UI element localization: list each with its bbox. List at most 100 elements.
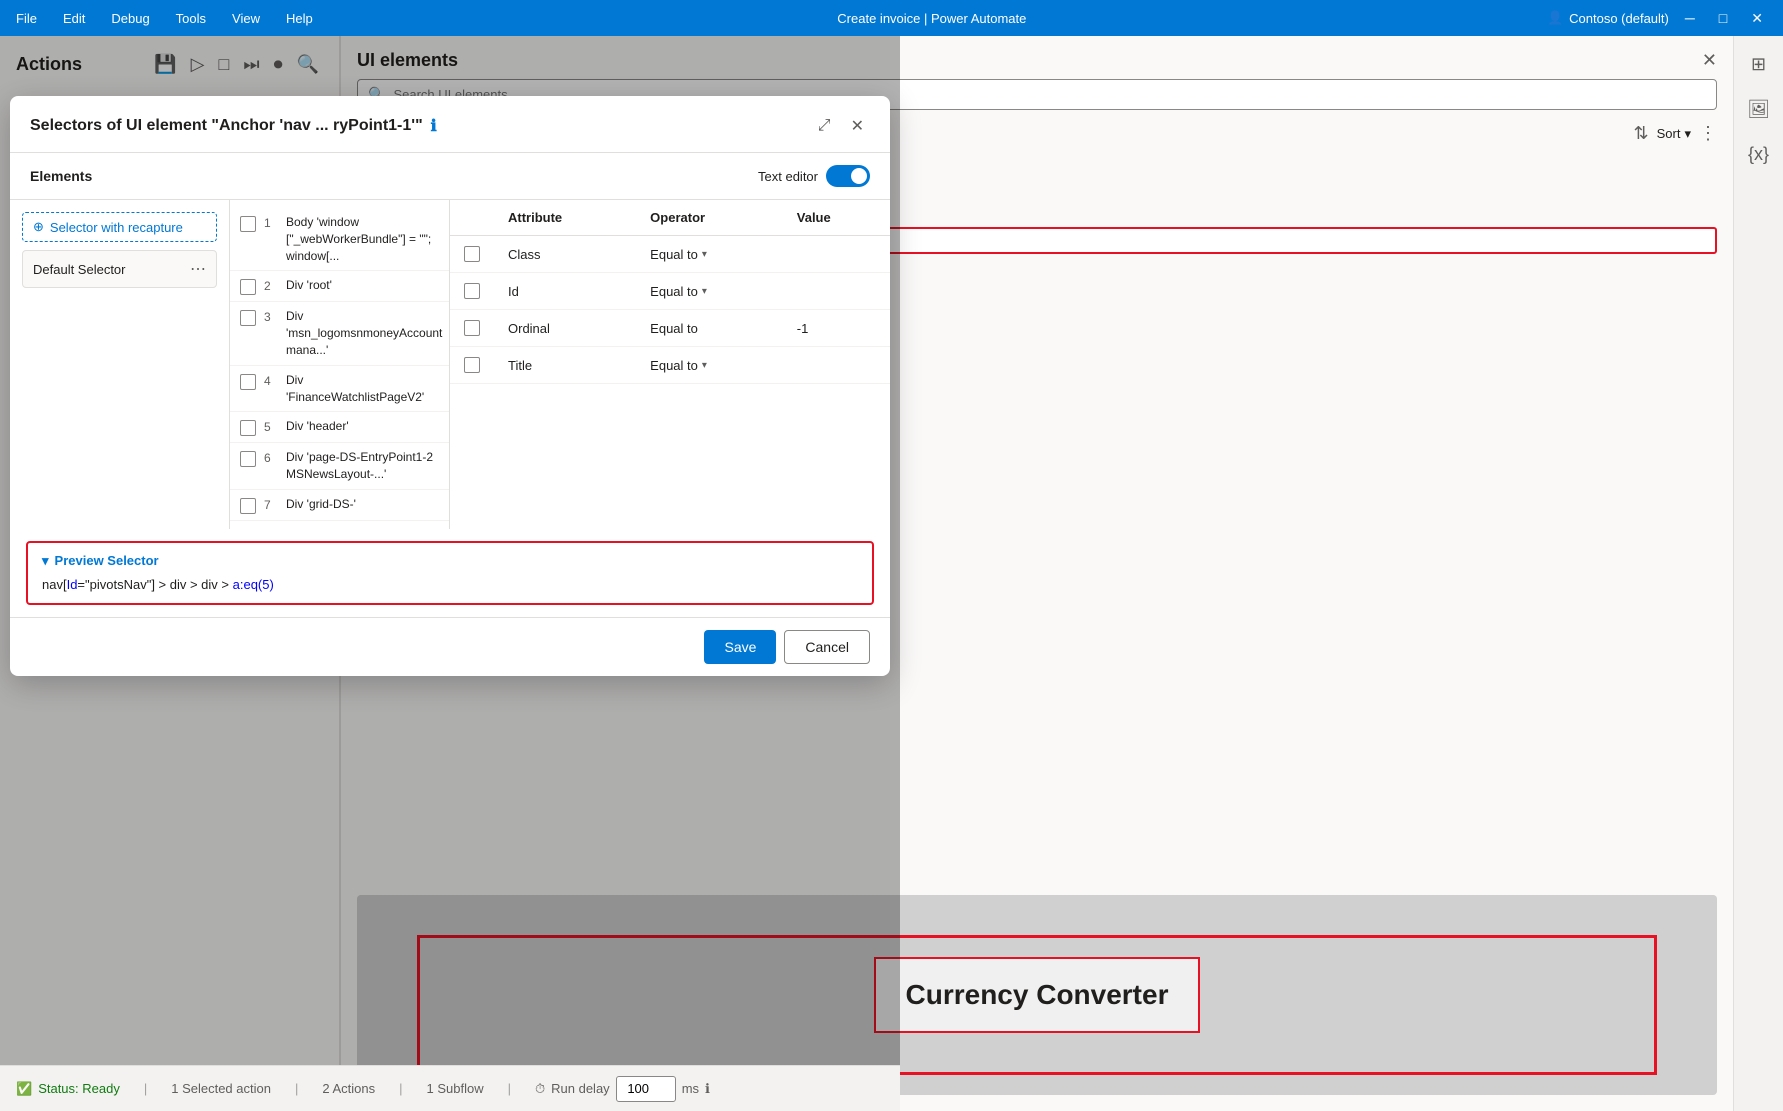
element-checkbox-7[interactable] — [240, 498, 256, 514]
table-row[interactable]: 4 Div 'FinanceWatchlistPageV2' — [230, 366, 449, 413]
selector-item-label: Default Selector — [33, 262, 126, 277]
element-checkbox-5[interactable] — [240, 420, 256, 436]
subflow-count: 1 Subflow — [427, 1081, 484, 1096]
text-editor-switch[interactable] — [826, 165, 870, 187]
side-icons-panel: ⊞ 🖼 {x} — [1733, 36, 1783, 1111]
attr-name-id: Id — [494, 273, 636, 310]
run-delay-control: ⏱ Run delay ms ℹ — [535, 1076, 710, 1102]
ms-label: ms — [682, 1081, 699, 1096]
menu-debug[interactable]: Debug — [107, 9, 153, 28]
status-ready: ✅ Status: Ready — [16, 1081, 120, 1097]
default-selector-item[interactable]: Default Selector ⋯ — [22, 250, 217, 288]
clock-icon: ⏱ — [535, 1081, 545, 1097]
element-text-4: Div 'FinanceWatchlistPageV2' — [286, 372, 439, 406]
info-delay-icon: ℹ — [705, 1081, 710, 1097]
table-row[interactable]: 7 Div 'grid-DS-' — [230, 490, 449, 521]
chevron-down-icon: ▾ — [702, 249, 707, 260]
element-text-3: Div 'msn_logomsnmoneyAccount mana...' — [286, 308, 442, 358]
close-button[interactable]: ✕ — [1743, 6, 1771, 31]
modal-overlay: Selectors of UI element "Anchor 'nav ...… — [0, 36, 900, 1065]
minimize-button[interactable]: ─ — [1677, 6, 1703, 30]
add-selector-label: Selector with recapture — [50, 220, 183, 235]
element-checkbox-4[interactable] — [240, 374, 256, 390]
menu-view[interactable]: View — [228, 9, 264, 28]
selected-actions-count: 1 Selected action — [171, 1081, 271, 1096]
table-row[interactable]: 1 Body 'window ["_webWorkerBundle"] = ""… — [230, 208, 449, 271]
var-icon-button[interactable]: {x} — [1742, 138, 1775, 171]
run-delay-input[interactable] — [616, 1076, 676, 1102]
chevron-down-icon: ▾ — [702, 286, 707, 297]
attr-operator-id[interactable]: Equal to ▾ — [650, 284, 769, 299]
main-container: Actions 💾 ▷ □ ⏭ ⏺ 🔍 ▶ Mouse and keyboard… — [0, 36, 1783, 1111]
attr-checkbox-class[interactable] — [464, 246, 480, 262]
attr-checkbox-title[interactable] — [464, 357, 480, 373]
element-number-7: 7 — [264, 498, 278, 512]
text-editor-toggle: Text editor — [758, 165, 870, 187]
table-row[interactable]: 5 Div 'header' — [230, 412, 449, 443]
attr-operator-title[interactable]: Equal to ▾ — [650, 358, 769, 373]
table-row[interactable]: 3 Div 'msn_logomsnmoneyAccount mana...' — [230, 302, 449, 365]
attr-checkbox-id[interactable] — [464, 283, 480, 299]
menu-file[interactable]: File — [12, 9, 41, 28]
attr-col-operator: Operator — [636, 200, 783, 236]
attributes-table: Attribute Operator Value Class — [450, 200, 890, 384]
status-text: Status: Ready — [38, 1081, 120, 1096]
menu-tools[interactable]: Tools — [172, 9, 210, 28]
menu-help[interactable]: Help — [282, 9, 317, 28]
run-delay-label: Run delay — [551, 1081, 610, 1096]
dialog-header: Selectors of UI element "Anchor 'nav ...… — [10, 96, 890, 153]
element-checkbox-2[interactable] — [240, 279, 256, 295]
selector-sidebar: ⊕ Selector with recapture Default Select… — [10, 200, 230, 529]
info-icon[interactable]: ℹ — [431, 116, 437, 136]
dialog-title-text: Selectors of UI element "Anchor 'nav ...… — [30, 117, 423, 135]
attr-operator-class-text: Equal to — [650, 247, 698, 262]
element-checkbox-6[interactable] — [240, 451, 256, 467]
image-icon-button[interactable]: 🖼 — [1741, 93, 1776, 126]
attr-operator-ordinal[interactable]: Equal to — [650, 321, 769, 336]
attributes-panel: Attribute Operator Value Class — [450, 200, 890, 529]
save-dialog-button[interactable]: Save — [704, 630, 776, 664]
element-checkbox-1[interactable] — [240, 216, 256, 232]
element-checkbox-3[interactable] — [240, 310, 256, 326]
attr-value-class — [783, 236, 890, 273]
close-dialog-button[interactable]: ✕ — [845, 112, 870, 140]
maximize-button[interactable]: □ — [1711, 6, 1735, 30]
element-text-6: Div 'page-DS-EntryPoint1-2 MSNewsLayout-… — [286, 449, 439, 483]
dialog-title: Selectors of UI element "Anchor 'nav ...… — [30, 116, 437, 136]
preview-section: ▾ Preview Selector nav[Id="pivotsNav"] >… — [26, 541, 874, 605]
account-info[interactable]: 👤 Contoso (default) — [1547, 10, 1669, 26]
attr-operator-class[interactable]: Equal to ▾ — [650, 247, 769, 262]
table-row[interactable]: 6 Div 'page-DS-EntryPoint1-2 MSNewsLayou… — [230, 443, 449, 490]
attr-value-title — [783, 347, 890, 384]
code-equals: ="pivotsNav"] > div > div > — [77, 577, 232, 592]
more-options-button[interactable]: ⋮ — [1699, 123, 1717, 144]
cancel-dialog-button[interactable]: Cancel — [784, 630, 870, 664]
attr-checkbox-ordinal[interactable] — [464, 320, 480, 336]
attr-value-ordinal: -1 — [783, 310, 890, 347]
title-bar-menu: File Edit Debug Tools View Help — [12, 9, 317, 28]
attr-row-ordinal: Ordinal Equal to -1 — [450, 310, 890, 347]
menu-edit[interactable]: Edit — [59, 9, 89, 28]
code-a-selector: a:eq(5) — [233, 577, 274, 592]
elements-header-label: Elements — [30, 168, 92, 184]
sort-label: Sort — [1657, 126, 1681, 141]
separator-2: | — [295, 1081, 298, 1096]
preview-header[interactable]: ▾ Preview Selector — [42, 553, 858, 569]
layers-icon-button[interactable]: ⊞ — [1745, 48, 1772, 81]
separator-3: | — [399, 1081, 402, 1096]
selector-more-button[interactable]: ⋯ — [190, 259, 206, 279]
text-editor-label: Text editor — [758, 169, 818, 184]
element-number-3: 3 — [264, 310, 278, 324]
sort-button[interactable]: Sort ▾ — [1657, 126, 1691, 142]
add-selector-button[interactable]: ⊕ Selector with recapture — [22, 212, 217, 242]
element-number-4: 4 — [264, 374, 278, 388]
plus-icon: ⊕ — [33, 219, 44, 235]
element-number-5: 5 — [264, 420, 278, 434]
element-text-5: Div 'header' — [286, 418, 349, 435]
title-bar: File Edit Debug Tools View Help Create i… — [0, 0, 1783, 36]
element-text-7: Div 'grid-DS-' — [286, 496, 356, 513]
expand-dialog-button[interactable]: ⤢ — [812, 112, 837, 140]
element-text-2: Div 'root' — [286, 277, 332, 294]
table-row[interactable]: 2 Div 'root' — [230, 271, 449, 302]
ui-elements-close-button[interactable]: ✕ — [1702, 50, 1717, 71]
